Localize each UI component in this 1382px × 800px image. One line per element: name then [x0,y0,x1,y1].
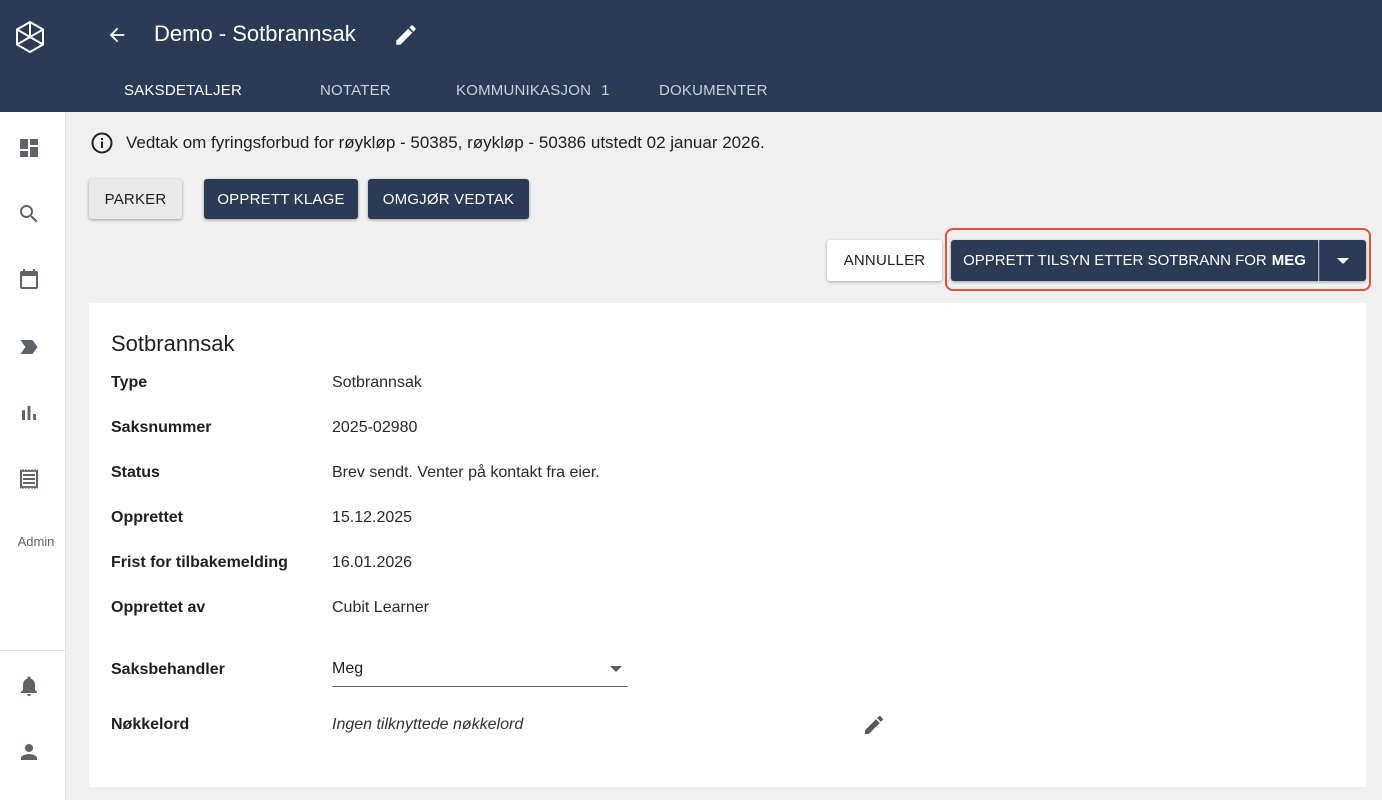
frist-label: Frist for tilbakemelding [111,554,288,571]
dashboard-icon[interactable] [17,136,41,160]
admin-link[interactable]: Admin [0,534,72,549]
calendar-icon[interactable] [17,268,41,292]
app-logo-icon[interactable] [14,20,46,54]
tab-saksdetaljer[interactable]: SAKSDETALJER [124,72,242,112]
saksbehandler-select[interactable]: Meg [332,655,628,687]
bar-chart-icon[interactable] [17,401,41,425]
user-icon[interactable] [17,740,41,764]
saksbehandler-value: Meg [332,660,364,677]
search-icon[interactable] [17,202,41,226]
select-arrow-icon [610,666,622,672]
tab-label: SAKSDETALJER [124,82,242,99]
opprett-tilsyn-assignee: MEG [1271,252,1306,269]
sidebar: Admin [0,112,66,800]
opprettet-av-label: Opprettet av [111,599,206,616]
parker-button[interactable]: PARKER [89,179,182,219]
omgjor-vedtak-button[interactable]: OMGJØR VEDTAK [368,179,529,219]
tab-label: KOMMUNIKASJON [456,82,592,99]
tab-badge: 1 [601,82,610,99]
back-button[interactable] [96,14,138,56]
type-value: Sotbrannsak [332,374,422,391]
arrow-back-icon [109,27,125,43]
tab-dokumenter[interactable]: DOKUMENTER [659,72,768,112]
nokkelord-label: Nøkkelord [111,716,190,733]
edit-keywords-icon[interactable] [862,713,886,737]
receipt-icon[interactable] [17,467,41,491]
app-header: Demo - Sotbrannsak SAKSDETALJER NOTATER … [0,0,1382,112]
opprettet-av-value: Cubit Learner [332,599,429,616]
page-title: Demo - Sotbrannsak [154,21,356,46]
sidebar-divider [0,650,66,651]
status-value: Brev sendt. Venter på kontakt fra eier. [332,464,600,481]
card-title: Sotbrannsak [111,331,235,356]
frist-value: 16.01.2026 [332,554,413,571]
notice-text: Vedtak om fyringsforbud for røykløp - 50… [126,133,765,152]
edit-title-icon[interactable] [393,22,419,48]
caret-down-icon [1337,257,1349,264]
opprettet-value: 15.12.2025 [332,509,413,526]
opprett-tilsyn-label: OPPRETT TILSYN ETTER SOTBRANN FOR [963,252,1267,269]
opprettet-label: Opprettet [111,509,183,526]
opprett-tilsyn-button[interactable]: OPPRETT TILSYN ETTER SOTBRANN FOR MEG [951,240,1318,281]
tab-label: DOKUMENTER [659,82,768,99]
label-icon[interactable] [17,335,41,359]
info-icon [91,132,113,154]
tab-kommunikasjon[interactable]: KOMMUNIKASJON 1 [456,72,610,112]
type-label: Type [111,374,148,391]
opprett-tilsyn-dropdown-button[interactable] [1319,240,1366,281]
annuller-button[interactable]: ANNULLER [827,240,942,281]
details-card: Sotbrannsak Type Sotbrannsak Saksnummer … [89,303,1366,787]
status-label: Status [111,464,160,481]
opprett-klage-button[interactable]: OPPRETT KLAGE [204,179,358,219]
tab-label: NOTATER [320,82,391,99]
saksnummer-value: 2025-02980 [332,419,418,436]
tab-notater[interactable]: NOTATER [320,72,391,112]
saksbehandler-label: Saksbehandler [111,661,225,678]
decision-notice: Vedtak om fyringsforbud for røykløp - 50… [90,130,765,156]
saksnummer-label: Saksnummer [111,419,212,436]
nokkelord-value: Ingen tilknyttede nøkkelord [332,716,524,733]
bell-icon[interactable] [17,674,41,698]
